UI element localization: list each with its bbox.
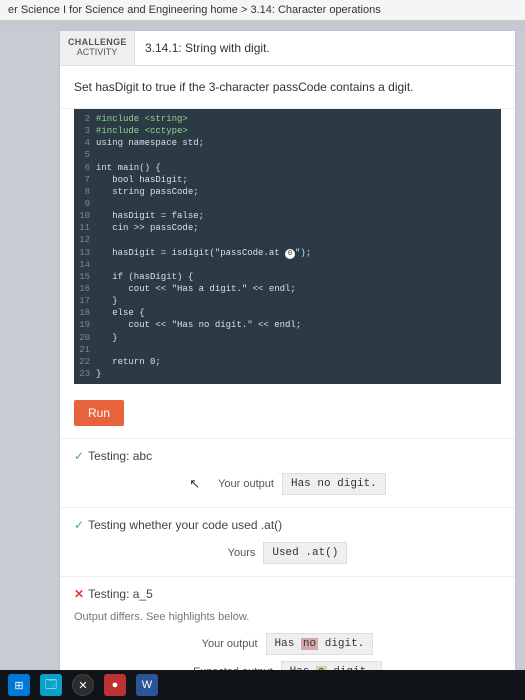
activity-card: CHALLENGE ACTIVITY 3.14.1: String with d… <box>60 31 515 695</box>
cursor-badge: 0 <box>285 249 295 259</box>
pointer-icon: ↖ <box>189 476 200 492</box>
check-icon: ✓ <box>74 449 84 463</box>
challenge-label-2: ACTIVITY <box>68 47 126 57</box>
your-output-label: Your output <box>218 478 274 490</box>
page-body: CHALLENGE ACTIVITY 3.14.1: String with d… <box>0 31 525 695</box>
start-icon[interactable]: ⊞ <box>8 674 30 696</box>
code-editor[interactable]: 2#include <string> 3#include <cctype> 4u… <box>74 109 501 384</box>
challenge-label-1: CHALLENGE <box>68 37 126 47</box>
challenge-header: CHALLENGE ACTIVITY 3.14.1: String with d… <box>60 31 515 66</box>
your-output-value-3: Has no digit. <box>266 633 374 655</box>
diff-subtext: Output differs. See highlights below. <box>74 611 501 623</box>
app-icon-1[interactable]: 🗔 <box>40 674 62 696</box>
run-button[interactable]: Run <box>74 400 124 426</box>
app-icon-3[interactable]: ● <box>104 674 126 696</box>
app-icon-2[interactable]: ✕ <box>72 674 94 696</box>
challenge-title: 3.14.1: String with digit. <box>135 31 515 65</box>
yours-value: Used .at() <box>263 542 347 564</box>
instruction-text: Set hasDigit to true if the 3-character … <box>60 66 515 109</box>
cross-icon: ✕ <box>74 587 84 601</box>
test-result-1: ✓ Testing: abc ↖ Your output Has no digit… <box>60 438 515 507</box>
check-icon: ✓ <box>74 518 84 532</box>
test-title-3: Testing: a_5 <box>88 587 153 601</box>
taskbar: ⊞ 🗔 ✕ ● W <box>0 670 525 700</box>
test-title-2: Testing whether your code used .at() <box>88 518 282 532</box>
yours-label: Yours <box>228 547 256 559</box>
test-title-1: Testing: abc <box>88 449 152 463</box>
app-icon-4[interactable]: W <box>136 674 158 696</box>
test-result-2: ✓ Testing whether your code used .at() Yo… <box>60 507 515 576</box>
your-output-value: Has no digit. <box>282 473 386 495</box>
diff-highlight-wrong: no <box>301 638 318 650</box>
breadcrumb: er Science I for Science and Engineering… <box>0 0 525 21</box>
challenge-badge: CHALLENGE ACTIVITY <box>60 31 135 65</box>
your-output-label-3: Your output <box>202 638 258 650</box>
